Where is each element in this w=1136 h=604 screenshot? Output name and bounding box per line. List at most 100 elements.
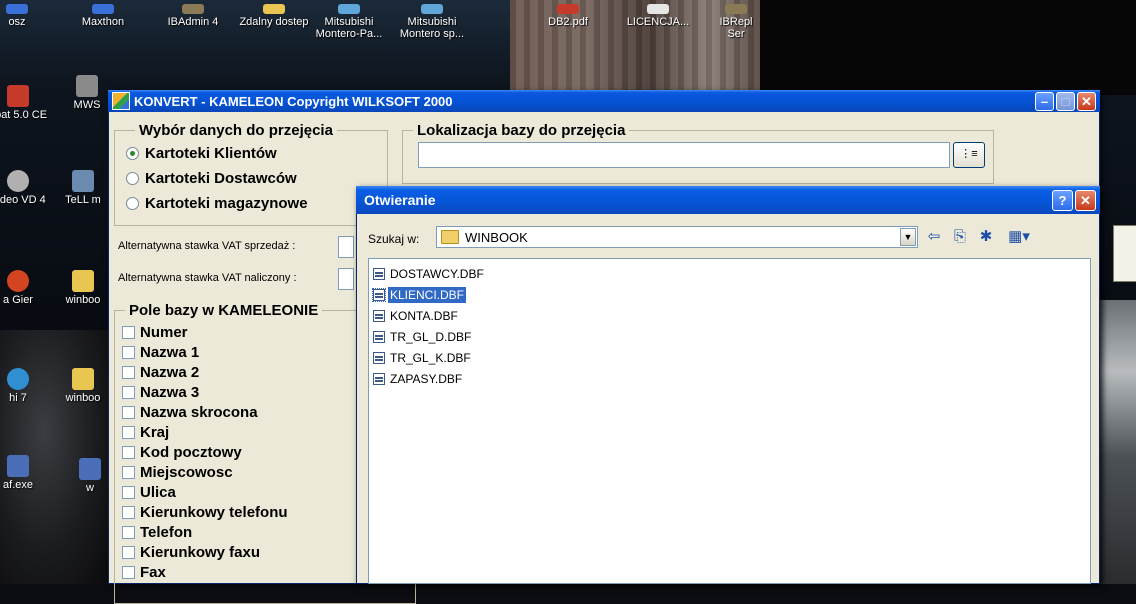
file-item[interactable]: TR_GL_D.DBF <box>373 328 473 346</box>
desktop-icon[interactable]: TeLL m <box>56 170 110 206</box>
field-checkbox[interactable]: Nazwa 3 <box>122 382 288 402</box>
document-icon <box>647 4 669 14</box>
folder-icon <box>441 230 459 244</box>
chevron-down-icon[interactable]: ▼ <box>900 228 916 246</box>
field-checkbox[interactable]: Fax <box>122 562 288 582</box>
desktop-icon[interactable]: winboo <box>56 270 110 306</box>
file-item[interactable]: TR_GL_K.DBF <box>373 349 473 367</box>
file-item[interactable]: DOSTAWCY.DBF <box>373 265 486 283</box>
folder-icon <box>72 270 94 292</box>
desktop-icon-label: a Gier <box>3 294 33 306</box>
field-checkbox[interactable]: Kod pocztowy <box>122 442 288 462</box>
file-name: DOSTAWCY.DBF <box>390 267 484 281</box>
folder-icon <box>263 4 285 14</box>
exit-button[interactable] <box>1113 225 1136 282</box>
new-folder-icon[interactable]: ✱ <box>976 228 996 246</box>
folder-icon <box>72 368 94 390</box>
radio-dostawcy[interactable]: Kartoteki Dostawców <box>126 170 297 187</box>
field-label: Nazwa 2 <box>140 363 200 381</box>
desktop-icon-label: af.exe <box>3 479 33 491</box>
field-checkbox[interactable]: Kierunkowy faxu <box>122 542 288 562</box>
desktop-icon-label: MWS <box>73 99 101 111</box>
view-menu-icon[interactable]: ▦▾ <box>1004 228 1034 246</box>
radio-magazynowe[interactable]: Kartoteki magazynowe <box>126 195 308 212</box>
field-checkbox[interactable]: Kraj <box>122 422 288 442</box>
desktop-icon[interactable]: osz <box>0 4 42 28</box>
look-in-combo[interactable]: WINBOOK ▼ <box>436 226 918 248</box>
field-label: Kierunkowy telefonu <box>140 503 288 521</box>
checkbox <box>122 405 135 419</box>
radio-dot <box>126 172 139 185</box>
desktop-icon[interactable]: hi 7 <box>0 368 48 404</box>
field-checkbox[interactable]: Telefon <box>122 522 288 542</box>
dialog-title: Otwieranie <box>364 192 436 208</box>
pdf-icon <box>557 4 579 14</box>
up-folder-icon[interactable]: ⎘ <box>950 228 970 246</box>
field-label: Miejscowosc <box>140 463 233 481</box>
desktop-icon-label: w <box>86 482 94 494</box>
help-button[interactable]: ? <box>1052 190 1073 211</box>
app-icon <box>92 4 114 14</box>
desktop-icon[interactable]: Mitsubishi Montero-Pa... <box>306 4 392 40</box>
desktop-icon[interactable]: IBRepl Ser <box>712 4 760 40</box>
desktop-icon-label: DB2.pdf <box>548 16 588 28</box>
dialog-close-button[interactable]: ✕ <box>1075 190 1096 211</box>
checkbox <box>122 565 135 579</box>
radio-label: Kartoteki Dostawców <box>145 170 297 187</box>
desktop-icon[interactable]: MWS <box>62 75 112 111</box>
desktop-icon[interactable]: LICENCJA... <box>614 4 702 28</box>
field-checkbox[interactable]: Miejscowosc <box>122 462 288 482</box>
dbf-file-icon <box>372 288 386 302</box>
desktop-icon[interactable]: Maxthon <box>68 4 138 28</box>
app-icon <box>7 368 29 390</box>
checkbox <box>122 545 135 559</box>
app-icon <box>76 75 98 97</box>
file-item[interactable]: KLIENCI.DBF <box>372 286 467 304</box>
field-label: Numer <box>140 323 188 341</box>
desktop-icon-label: Zdalny dostep <box>239 16 309 28</box>
location-path-input[interactable] <box>418 142 950 168</box>
minimize-button[interactable]: – <box>1035 92 1054 111</box>
game-icon <box>7 270 29 292</box>
look-in-label: Szukaj w: <box>368 232 420 246</box>
dialog-titlebar[interactable]: Otwieranie ? ✕ <box>356 186 1100 214</box>
dbf-file-icon <box>373 268 385 280</box>
desktop-icon[interactable]: IBAdmin 4 <box>158 4 228 28</box>
field-checkbox[interactable]: Nazwa skrocona <box>122 402 288 422</box>
window-titlebar[interactable]: KONVERT - KAMELEON Copyright WILKSOFT 20… <box>108 90 1100 112</box>
field-checkbox[interactable]: Nazwa 2 <box>122 362 288 382</box>
field-checkbox[interactable]: Kierunkowy telefonu <box>122 502 288 522</box>
desktop-icon[interactable]: Mitsubishi Montero sp... <box>390 4 474 40</box>
dbf-file-icon <box>373 310 385 322</box>
desktop-icon[interactable]: DB2.pdf <box>538 4 598 28</box>
dbf-file-icon <box>373 352 385 364</box>
desktop-icon[interactable]: obat 5.0 CE <box>0 85 48 121</box>
file-list[interactable]: DOSTAWCY.DBF KLIENCI.DBF KONTA.DBF TR_GL… <box>368 258 1091 584</box>
file-item[interactable]: KONTA.DBF <box>373 307 460 325</box>
file-item[interactable]: ZAPASY.DBF <box>373 370 464 388</box>
desktop-icon[interactable]: Video VD 4 <box>0 170 48 206</box>
radio-klienci[interactable]: Kartoteki Klientów <box>126 145 277 162</box>
field-label: Nazwa skrocona <box>140 403 258 421</box>
vat-sale-input[interactable] <box>338 236 354 258</box>
desktop-icon[interactable]: w <box>70 458 110 494</box>
field-label: Nazwa 3 <box>140 383 200 401</box>
desktop-icon-label: Mitsubishi Montero sp... <box>399 16 465 40</box>
field-checkbox[interactable]: Numer <box>122 322 288 342</box>
desktop-icon[interactable]: af.exe <box>0 455 48 491</box>
browse-button[interactable]: ⋮≡ <box>953 142 985 168</box>
radio-dot <box>126 147 139 160</box>
vat-purchase-input[interactable] <box>338 268 354 290</box>
close-button[interactable]: ✕ <box>1077 92 1096 111</box>
exe-icon <box>79 458 101 480</box>
field-checkbox[interactable]: Ulica <box>122 482 288 502</box>
shortcut-icon <box>421 4 443 14</box>
shortcut-icon <box>338 4 360 14</box>
maximize-button: □ <box>1056 92 1075 111</box>
desktop-icon[interactable]: winboo <box>56 368 110 404</box>
desktop-icon-label: LICENCJA... <box>626 16 690 28</box>
back-icon[interactable]: ⇦ <box>924 228 944 246</box>
checkbox <box>122 525 135 539</box>
desktop-icon[interactable]: a Gier <box>0 270 48 306</box>
field-checkbox[interactable]: Nazwa 1 <box>122 342 288 362</box>
